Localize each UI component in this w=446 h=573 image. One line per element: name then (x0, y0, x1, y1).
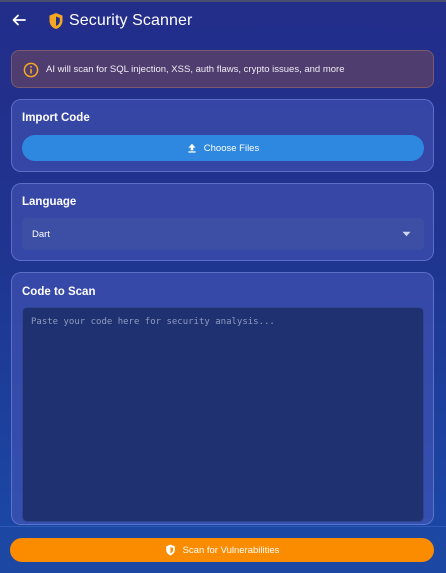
code-to-scan-card: Code to Scan (11, 272, 434, 525)
app-bar: Security Scanner (0, 0, 446, 42)
security-shield-icon (49, 13, 63, 29)
arrow-left-icon (12, 14, 26, 26)
bottom-action-bar: Scan for Vulnerabilities (0, 526, 446, 573)
info-icon (23, 62, 39, 78)
info-banner: AI will scan for SQL injection, XSS, aut… (11, 50, 434, 88)
back-button[interactable] (9, 10, 29, 30)
language-selected-value: Dart (32, 229, 50, 240)
language-select[interactable]: Dart (22, 218, 424, 250)
choose-files-button[interactable]: Choose Files (22, 135, 424, 161)
code-to-scan-title: Code to Scan (22, 286, 96, 298)
upload-icon (187, 143, 197, 153)
language-card: Language Dart (11, 183, 434, 261)
import-code-title: Import Code (22, 112, 90, 124)
page-title: Security Scanner (69, 12, 193, 29)
info-text: AI will scan for SQL injection, XSS, aut… (46, 64, 345, 75)
security-shield-icon (165, 544, 176, 556)
language-title: Language (22, 196, 77, 208)
code-input[interactable] (22, 307, 424, 522)
scan-button-label: Scan for Vulnerabilities (182, 544, 280, 556)
scan-for-vulnerabilities-button[interactable]: Scan for Vulnerabilities (10, 538, 434, 562)
dropdown-arrow-icon (402, 231, 411, 237)
choose-files-label: Choose Files (203, 142, 260, 154)
import-code-card: Import Code Choose Files (11, 99, 434, 172)
